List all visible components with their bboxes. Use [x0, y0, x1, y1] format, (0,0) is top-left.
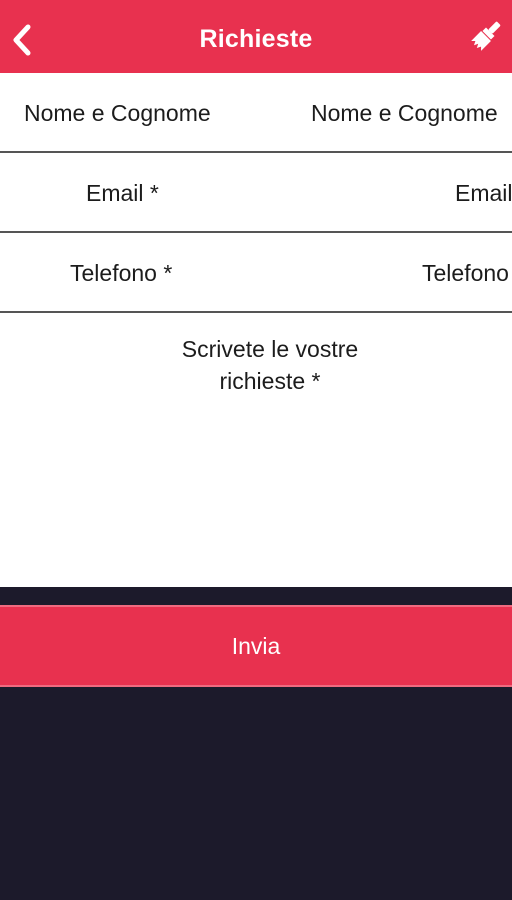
name-row: Nome e Cognome Nome e Cognome [0, 73, 512, 153]
app-screen: Richieste Nome e Cognome Nome e Cognome … [0, 0, 512, 900]
email-row: Email * Email [0, 153, 512, 233]
request-form: Nome e Cognome Nome e Cognome Email * Em… [0, 73, 512, 587]
email-input[interactable]: Email [455, 153, 512, 233]
app-header: Richieste [0, 0, 512, 73]
email-label: Email * [86, 179, 159, 206]
message-label: Scrivete le vostre richieste * [150, 333, 390, 397]
message-label-line2: richieste * [219, 368, 321, 394]
divider-band [0, 587, 512, 605]
phone-input[interactable]: Telefono [422, 233, 512, 313]
page-title: Richieste [199, 25, 313, 53]
bottom-area [0, 687, 512, 900]
name-label: Nome e Cognome [24, 99, 211, 126]
brush-icon [471, 21, 501, 51]
name-input[interactable]: Nome e Cognome [311, 73, 512, 153]
phone-row: Telefono * Telefono [0, 233, 512, 313]
submit-button[interactable]: Invia [0, 605, 512, 687]
clear-form-button[interactable] [468, 16, 504, 56]
phone-label: Telefono * [70, 259, 173, 286]
message-label-line1: Scrivete le vostre [181, 336, 359, 362]
message-field[interactable]: Scrivete le vostre richieste * [0, 313, 512, 587]
